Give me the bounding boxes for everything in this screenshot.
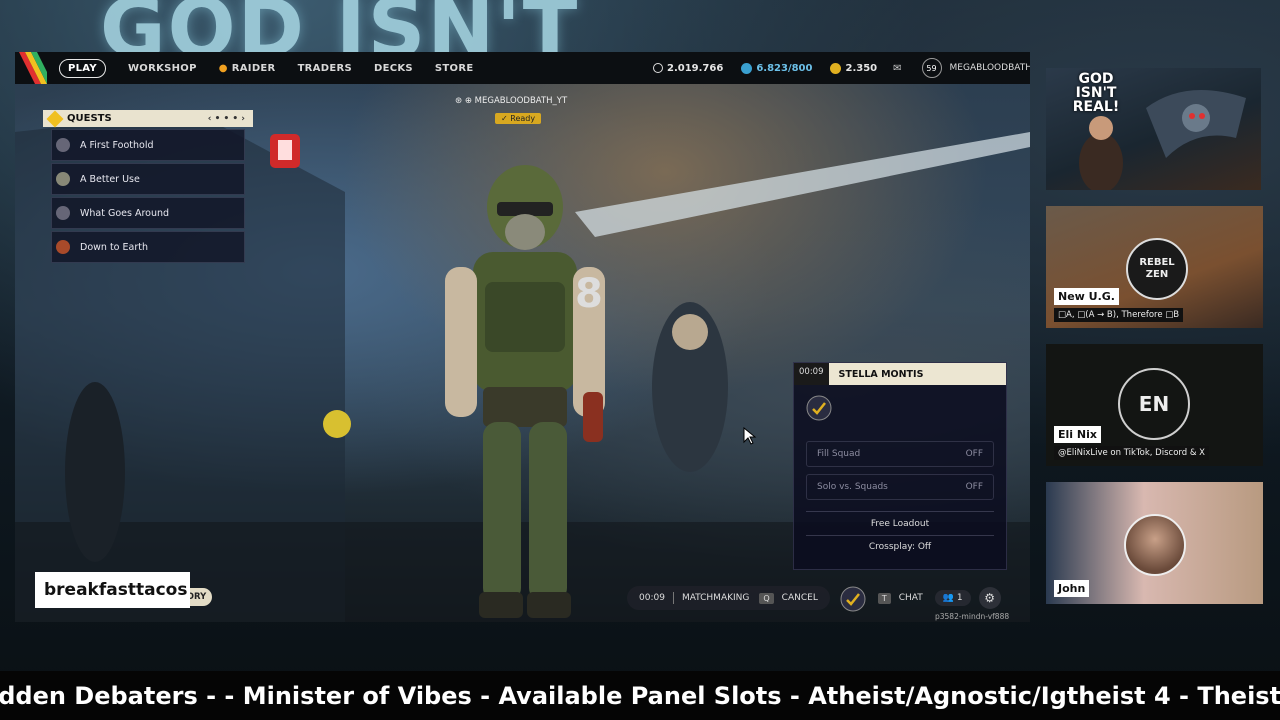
- ticker-text: idden Debaters - - Minister of Vibes - A…: [0, 681, 1280, 710]
- cam-subtitle: @EliNixLive on TikTok, Discord & X: [1054, 446, 1209, 460]
- matchmaking-panel: 00:09 STELLA MONTIS Fill Squad OFF Solo …: [793, 362, 1007, 570]
- quests-header: QUESTS ‹ • • • ›: [43, 110, 253, 127]
- quest-giver-icon: [56, 240, 70, 254]
- squad-leader-badge-icon: [840, 586, 866, 612]
- tokens-currency: 6.823/800: [741, 62, 813, 74]
- currency-area: 2.019.766 6.823/800 2.350 ✉ 59 MEGABLOOD…: [635, 52, 1030, 84]
- quests-pager[interactable]: ‹ • • • ›: [208, 114, 245, 124]
- nav-raider-label: RAIDER: [231, 62, 276, 74]
- cam-name: Eli Nix: [1054, 426, 1101, 443]
- fill-squad-toggle[interactable]: Fill Squad OFF: [806, 441, 994, 467]
- matchmaking-label: MATCHMAKING: [681, 593, 750, 603]
- fill-squad-value: OFF: [965, 449, 983, 459]
- cam-tile: John: [1046, 482, 1263, 604]
- settings-gear-icon[interactable]: ⚙: [978, 587, 1001, 609]
- panel-divider: [806, 535, 994, 536]
- credits-value: 2.350: [845, 62, 878, 74]
- add-friend-icon[interactable]: ⊕: [465, 96, 472, 106]
- fill-squad-label: Fill Squad: [817, 449, 861, 459]
- coins-currency: 2.019.766: [653, 63, 723, 74]
- chat-label: CHAT: [898, 593, 923, 603]
- streamer-name-plate: breakfasttacos: [35, 572, 190, 608]
- quest-label: What Goes Around: [80, 207, 170, 219]
- tokens-value: 6.823/800: [756, 62, 813, 74]
- party-button[interactable]: 👥 1: [934, 590, 971, 606]
- game-logo-icon: [19, 52, 47, 84]
- coin-icon: [653, 63, 663, 73]
- quest-item[interactable]: Down to Earth: [51, 231, 245, 263]
- token-icon: [741, 62, 753, 74]
- quest-label: Down to Earth: [80, 241, 148, 253]
- cam-logo: REBEL ZEN: [1126, 238, 1188, 300]
- crown-icon: ⊛: [455, 96, 463, 106]
- game-navbar: PLAY WORKSHOP ● RAIDER TRADERS DECKS STO…: [15, 52, 1030, 84]
- cam-name: John: [1054, 580, 1090, 597]
- quest-item[interactable]: What Goes Around: [51, 197, 245, 229]
- build-version: p3582-mindn-vf888: [935, 612, 1010, 621]
- squad-leader-icon: [806, 395, 832, 421]
- nav-traders-tab[interactable]: TRADERS: [298, 63, 352, 74]
- show-thumbnail: GOD ISN'T REAL!: [1046, 68, 1261, 190]
- credits-currency: 2.350: [830, 62, 878, 74]
- bottom-bar: 00:09 MATCHMAKING Q CANCEL T CHAT 👥 1 ⚙: [627, 584, 1001, 612]
- quests-icon: [46, 110, 64, 127]
- quest-label: A First Foothold: [80, 139, 154, 151]
- quest-giver-icon: [56, 206, 70, 220]
- quests-panel: QUESTS ‹ • • • › A First Foothold A Bett…: [43, 110, 253, 263]
- mail-icon[interactable]: ✉: [893, 63, 901, 74]
- solo-vs-squads-label: Solo vs. Squads: [817, 482, 888, 492]
- nav-raider-tab[interactable]: ● RAIDER: [219, 63, 276, 74]
- quest-giver-icon: [56, 172, 70, 186]
- cancel-button[interactable]: CANCEL: [782, 593, 818, 603]
- free-loadout-button[interactable]: Free Loadout: [806, 519, 994, 529]
- cam-tile: REBEL ZEN New U.G. □A, □(A → B), Therefo…: [1046, 206, 1263, 328]
- player-username[interactable]: MEGABLOODBATH_YT: [950, 63, 1030, 73]
- quest-label: A Better Use: [80, 173, 140, 185]
- cam-name: New U.G.: [1054, 288, 1119, 305]
- game-window: 8 PLAY WORKSHOP ● RAIDER TRADERS DECKS S…: [15, 52, 1030, 622]
- solo-vs-squads-value: OFF: [965, 482, 983, 492]
- thumbnail-art: [1079, 90, 1246, 190]
- party-count: 1: [956, 593, 963, 603]
- bottom-ticker: idden Debaters - - Minister of Vibes - A…: [0, 671, 1280, 720]
- nav-workshop-tab[interactable]: WORKSHOP: [128, 63, 197, 74]
- coins-value: 2.019.766: [667, 62, 724, 74]
- chat-button[interactable]: T CHAT: [877, 592, 923, 604]
- cam-avatar: [1124, 514, 1186, 576]
- credit-icon: [830, 62, 842, 74]
- map-name: STELLA MONTIS: [838, 368, 924, 380]
- quest-item[interactable]: A Better Use: [51, 163, 245, 195]
- cam-subtitle: □A, □(A → B), Therefore □B: [1054, 308, 1184, 322]
- crossplay-status[interactable]: Crossplay: Off: [806, 542, 994, 552]
- raider-icon: ●: [218, 62, 228, 74]
- nav-store-tab[interactable]: STORE: [435, 63, 474, 74]
- player-header: ⊛ ⊕ MEGABLOODBATH_YT: [455, 96, 567, 106]
- quests-title: QUESTS: [67, 113, 112, 124]
- ready-badge: ✓ Ready: [495, 113, 542, 124]
- cam-tile: EN Eli Nix @EliNixLive on TikTok, Discor…: [1046, 344, 1263, 466]
- nav-play-tab[interactable]: PLAY: [59, 58, 106, 78]
- player-level-badge: 59: [921, 58, 942, 78]
- solo-vs-squads-toggle[interactable]: Solo vs. Squads OFF: [806, 474, 994, 500]
- cancel-key-hint: Q: [759, 592, 774, 604]
- matchmaking-timer: 00:09: [794, 363, 829, 385]
- bottom-timer: 00:09: [639, 593, 665, 603]
- player-header-name: MEGABLOODBATH_YT: [474, 96, 568, 106]
- cam-initials-avatar: EN: [1118, 368, 1190, 440]
- matchmaking-header: 00:09 STELLA MONTIS: [794, 363, 1006, 385]
- quest-item[interactable]: A First Foothold: [51, 129, 245, 161]
- chat-key-hint: T: [877, 592, 891, 604]
- panel-divider: [806, 511, 994, 512]
- raider-character: 8: [445, 165, 605, 618]
- mouse-cursor-icon: [743, 427, 757, 445]
- svg-text:8: 8: [575, 271, 603, 317]
- party-icon: 👥: [942, 593, 954, 603]
- quest-giver-icon: [56, 138, 70, 152]
- matchmaking-status-pill: 00:09 MATCHMAKING Q CANCEL: [627, 586, 830, 610]
- separator: [672, 592, 674, 604]
- nav-decks-tab[interactable]: DECKS: [374, 63, 413, 74]
